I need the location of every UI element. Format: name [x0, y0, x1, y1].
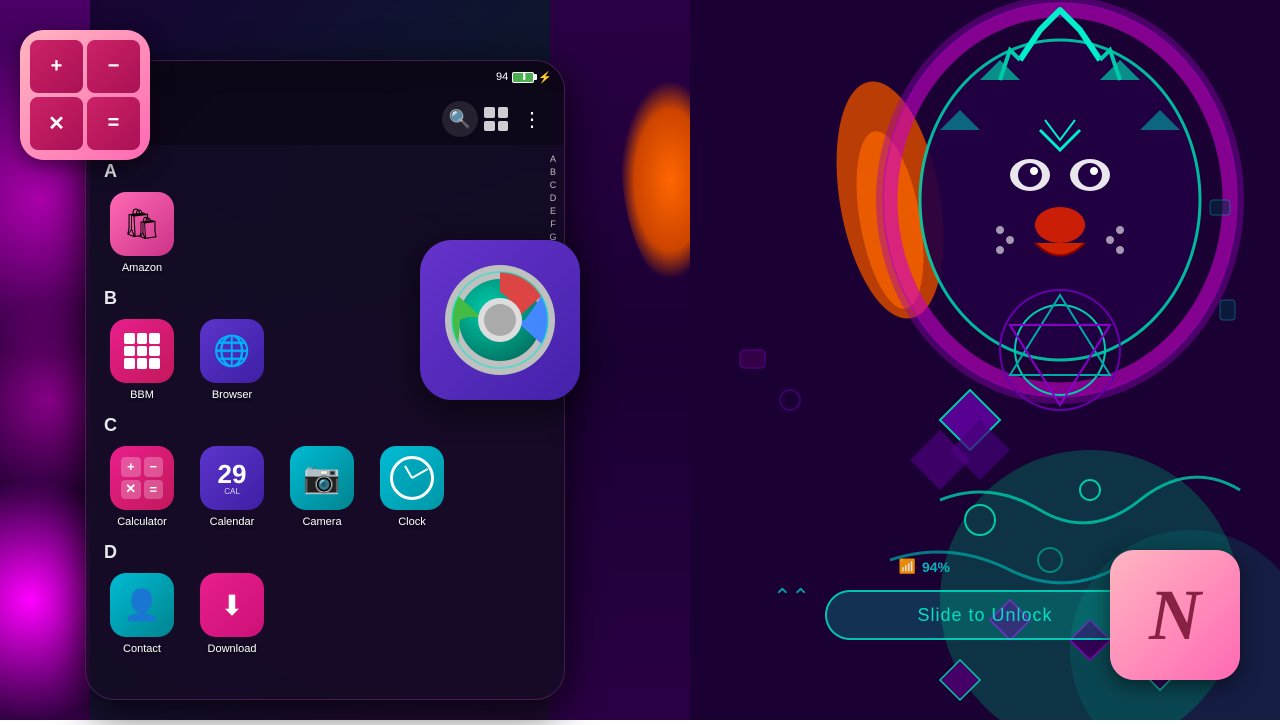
alphabet-sidebar: A B C D E F G H I J K L M N O P Q — [542, 145, 564, 699]
app-row-c: + − ✕ = Calculator 29 CAL — [94, 440, 534, 534]
alpha-d[interactable]: D — [548, 192, 559, 204]
signal-icon: 📶 — [899, 558, 916, 575]
app-list-area: A 🛍 Amazon B — [86, 145, 564, 699]
netflix-wrapper: N — [1110, 550, 1240, 680]
alpha-f[interactable]: F — [548, 218, 558, 230]
up-arrow-indicator: ⌃⌃ — [773, 584, 810, 610]
app-item-calendar[interactable]: 29 CAL Calendar — [192, 446, 272, 528]
alpha-a[interactable]: A — [548, 153, 558, 165]
grid-toggle-button[interactable] — [478, 101, 514, 137]
download-label: Download — [208, 643, 257, 655]
app-item-browser[interactable]: 🌐 Browser — [192, 319, 272, 401]
battery-display: 📶 94% — [899, 558, 950, 575]
bbm-icon — [110, 319, 174, 383]
app-item-download[interactable]: ⬇ Download — [192, 573, 272, 655]
grid-icon — [484, 107, 508, 131]
more-options-button[interactable]: ⋮ — [514, 101, 550, 137]
app-item-amazon[interactable]: 🛍 Amazon — [102, 192, 182, 274]
status-bar: ← → 94 ▐ ⚡ — [86, 61, 564, 93]
browser-icon: 🌐 — [200, 319, 264, 383]
app-item-clock[interactable]: Clock — [372, 446, 452, 528]
slide-unlock-text: Slide to Unlock — [917, 605, 1052, 626]
section-d: D 👤 Contact ⬇ Download — [94, 534, 534, 661]
app-item-camera[interactable]: 📷 Camera — [282, 446, 362, 528]
netflix-n-letter: N — [1149, 574, 1201, 657]
section-header-c: C — [94, 407, 534, 440]
calendar-icon: 29 CAL — [200, 446, 264, 510]
apps-content: A 🛍 Amazon B — [86, 145, 542, 699]
calculator-wrapper: + − ✕ = — [20, 30, 150, 160]
app-drawer-header: 🔍 ⋮ — [86, 93, 564, 145]
contact-label: Contact — [123, 643, 161, 655]
status-icons: 94 ▐ ⚡ — [496, 71, 552, 84]
section-header-a: A — [94, 153, 534, 186]
search-icon: 🔍 — [449, 109, 471, 130]
calc-cell-plus: + — [30, 40, 83, 93]
contact-icon: 👤 — [110, 573, 174, 637]
browser-label: Browser — [212, 389, 252, 401]
download-icon-bg: ⬇ — [200, 573, 264, 637]
calendar-label: Calendar — [210, 516, 255, 528]
clock-label: Clock — [398, 516, 426, 528]
section-header-d: D — [94, 534, 534, 567]
more-icon: ⋮ — [522, 107, 542, 132]
battery-percent-text: 94% — [922, 559, 950, 575]
corner-netflix-icon[interactable]: N — [1110, 550, 1240, 680]
bbm-label: BBM — [130, 389, 154, 401]
calc-cell-minus: − — [87, 40, 140, 93]
chrome-floating-icon[interactable] — [420, 240, 580, 400]
alpha-e[interactable]: E — [548, 205, 558, 217]
calc-cell-equals: = — [87, 97, 140, 150]
app-row-d: 👤 Contact ⬇ Download — [94, 567, 534, 661]
amazon-icon: 🛍 — [110, 192, 174, 256]
battery-icon: ▐ — [512, 72, 534, 83]
amazon-label: Amazon — [122, 262, 162, 274]
slide-unlock-bar[interactable]: Slide to Unlock — [825, 590, 1145, 640]
calculator-icon: + − ✕ = — [110, 446, 174, 510]
calc-cell-multiply: ✕ — [30, 97, 83, 150]
calculator-label: Calculator — [117, 516, 167, 528]
corner-calculator-icon[interactable]: + − ✕ = — [20, 30, 150, 160]
section-c: C + − ✕ = Calculator — [94, 407, 534, 534]
charge-icon: ⚡ — [538, 71, 552, 84]
app-item-calculator[interactable]: + − ✕ = Calculator — [102, 446, 182, 528]
alpha-b[interactable]: B — [548, 166, 558, 178]
chrome-wrapper — [420, 240, 580, 400]
alpha-c[interactable]: C — [548, 179, 559, 191]
battery-status: 94 — [496, 71, 508, 83]
search-button[interactable]: 🔍 — [442, 101, 478, 137]
clock-icon — [380, 446, 444, 510]
camera-icon: 📷 — [290, 446, 354, 510]
app-item-contact[interactable]: 👤 Contact — [102, 573, 182, 655]
camera-label: Camera — [302, 516, 341, 528]
app-item-bbm[interactable]: BBM — [102, 319, 182, 401]
